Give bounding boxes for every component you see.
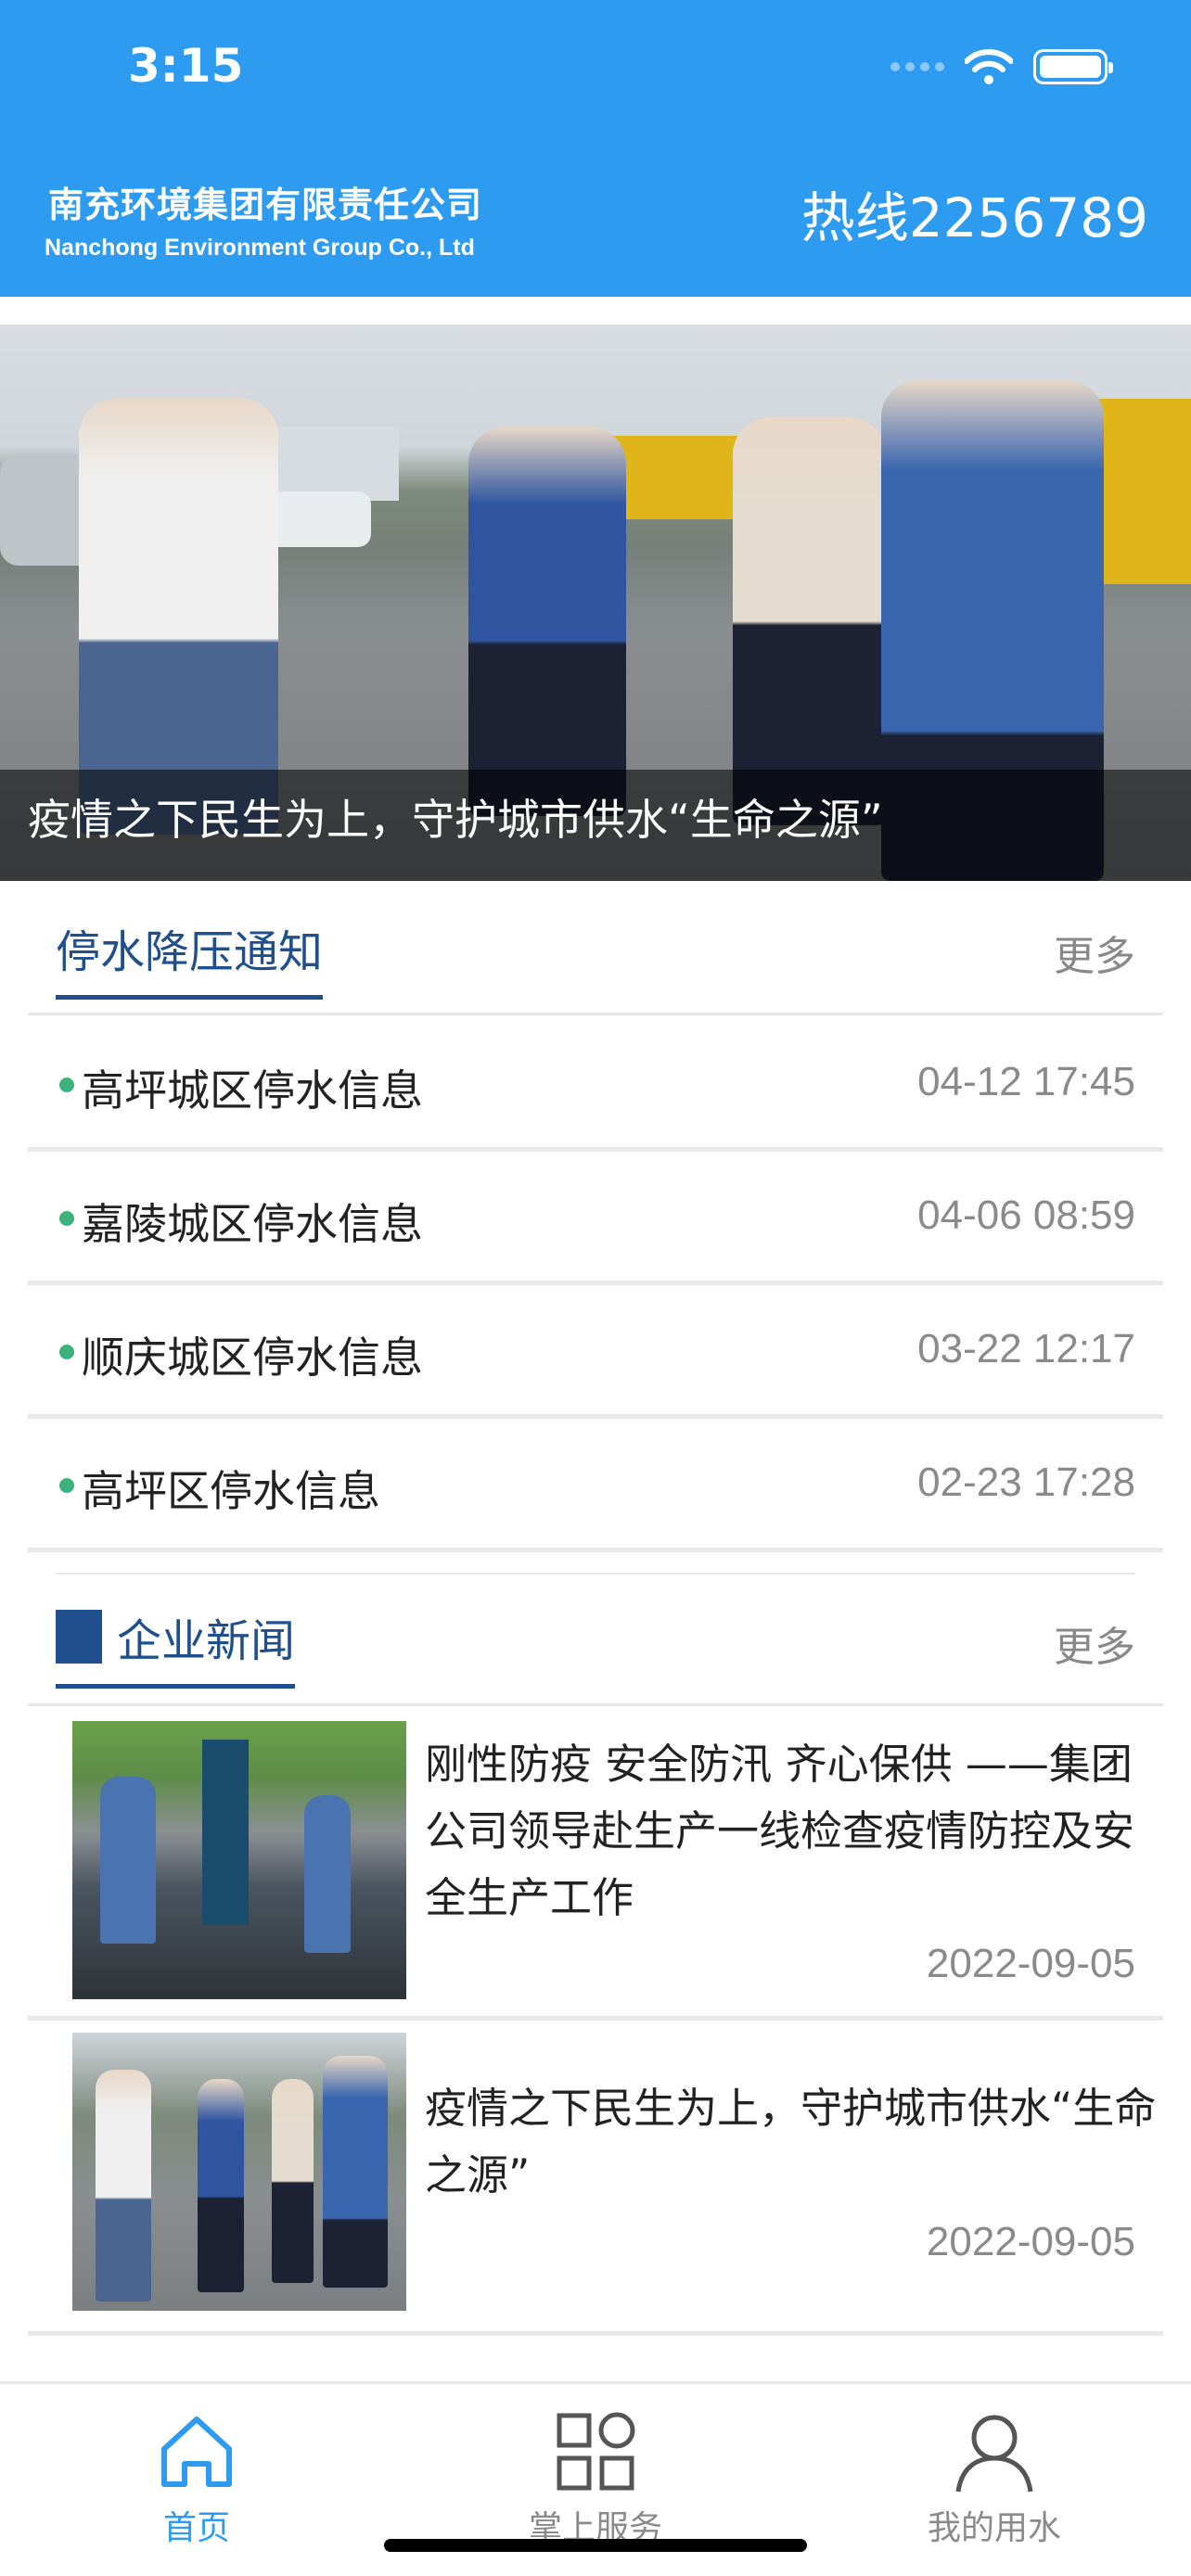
home-indicator[interactable] [384,2539,807,2552]
home-icon [155,2410,238,2493]
tab-my-water[interactable]: 我的用水 [855,2410,1133,2549]
news-date: 2022-09-05 [926,2219,1135,2264]
battery-icon [1033,49,1113,84]
banner-carousel[interactable]: 疫情之下民生为上，守护城市供水“生命之源” [0,325,1191,881]
notices-more-link[interactable]: 更多 [1054,923,1135,982]
hotline[interactable]: 热线2256789 [801,174,1148,252]
notice-time: 04-06 08:59 [917,1192,1135,1238]
status-time: 3:15 [128,39,244,93]
news-date: 2022-09-05 [926,1941,1135,1986]
bullet-dot-icon [59,1478,74,1493]
tab-my-water-label: 我的用水 [927,2509,1061,2547]
bullet-dot-icon [59,1345,74,1359]
news-headline: 刚性防疫 安全防汛 齐心保供 ——集团公司领导赴生产一线检查疫情防控及安全生产工… [425,1740,1135,1922]
notice-title: 高坪区停水信息 [82,1466,380,1516]
tab-home[interactable]: 首页 [58,2410,336,2549]
user-icon [953,2410,1036,2493]
news-more-link[interactable]: 更多 [1054,1613,1135,1673]
notice-item[interactable]: 顺庆城区停水信息 03-22 12:17 [28,1285,1163,1419]
news-thumbnail [72,1721,406,1999]
news-title: 企业新闻 [56,1604,296,1689]
notice-title: 顺庆城区停水信息 [82,1333,423,1383]
company-name-cn: 南充环境集团有限责任公司 [48,185,483,225]
bullet-dot-icon [59,1078,74,1092]
notices-title: 停水降压通知 [56,915,324,1000]
tab-services[interactable]: 掌上服务 [456,2410,735,2549]
notice-item[interactable]: 高坪区停水信息 02-23 17:28 [28,1419,1163,1552]
tab-home-label: 首页 [162,2509,230,2547]
news-headline: 疫情之下民生为上，守护城市供水“生命之源” [425,2084,1157,2200]
notice-title: 高坪城区停水信息 [82,1065,423,1116]
grid-icon [554,2410,637,2493]
wifi-icon [965,49,1013,84]
news-header: 企业新闻 更多 [28,1576,1163,1706]
news-item[interactable]: 疫情之下民生为上，守护城市供水“生命之源” 2022-09-05 [28,2024,1163,2336]
notice-item[interactable]: 嘉陵城区停水信息 04-06 08:59 [28,1152,1163,1285]
app-header: 3:15 南充环境集团有限责任公司 Nanchong Environment G… [0,0,1191,297]
notice-title: 嘉陵城区停水信息 [82,1199,423,1249]
signal-icon [890,62,944,71]
bullet-dot-icon [59,1211,74,1226]
notice-time: 03-22 12:17 [917,1326,1135,1371]
status-icons [890,48,1113,85]
notice-item[interactable]: 高坪城区停水信息 04-12 17:45 [28,1018,1163,1152]
notice-time: 04-12 17:45 [917,1059,1135,1104]
news-item[interactable]: 刚性防疫 安全防汛 齐心保供 ——集团公司领导赴生产一线检查疫情防控及安全生产工… [28,1709,1163,2021]
news-thumbnail [72,2033,406,2311]
company-name-en: Nanchong Environment Group Co., Ltd [45,235,475,261]
banner-caption: 疫情之下民生为上，守护城市供水“生命之源” [28,795,883,845]
notices-header: 停水降压通知 更多 [28,886,1163,1015]
notice-time: 02-23 17:28 [917,1460,1135,1505]
